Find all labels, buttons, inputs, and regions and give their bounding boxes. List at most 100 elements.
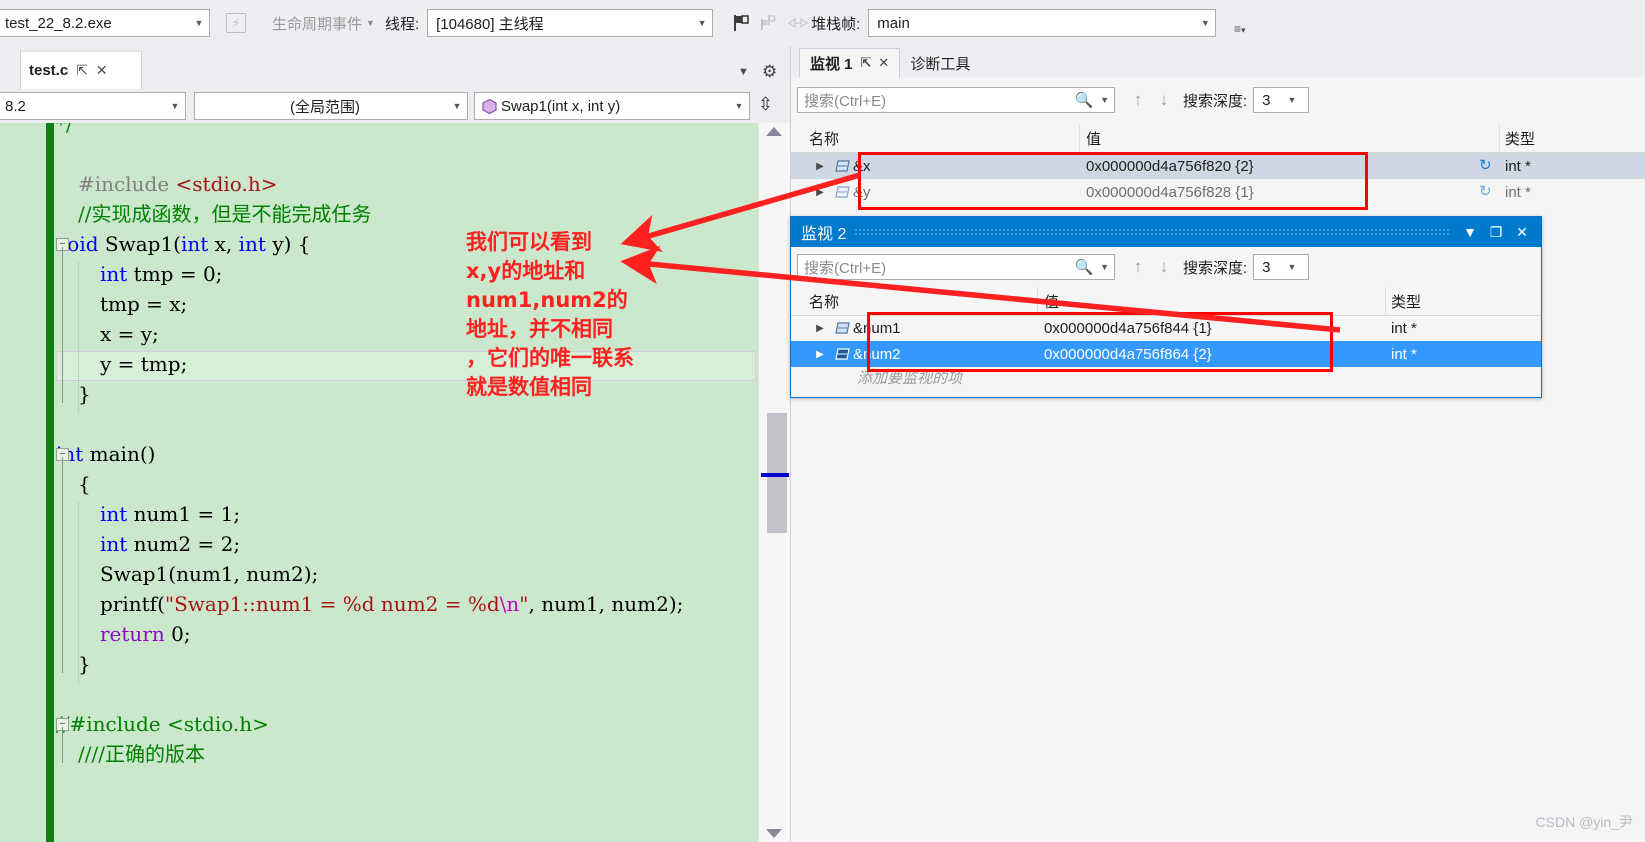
link-toggle-icon[interactable] — [786, 12, 810, 38]
code-line[interactable]: } — [78, 379, 91, 409]
code-line[interactable]: int num1 = 1; — [100, 499, 240, 529]
scope-line — [62, 247, 63, 403]
code-line[interactable]: y = tmp; — [100, 349, 187, 379]
code-line[interactable]: } — [78, 649, 91, 679]
watch2-depth-selector[interactable]: 3 ▼ — [1253, 254, 1310, 280]
split-editor-icon[interactable]: ⇳ — [758, 94, 773, 115]
code-line[interactable]: void Swap1(int x, int y) { — [56, 229, 311, 259]
refresh-icon[interactable]: ↻ — [1479, 182, 1492, 200]
chevron-down-icon[interactable]: ▼ — [1457, 224, 1483, 240]
toolbar-options-icon[interactable]: ≡▾ — [1234, 22, 1246, 36]
watch2-titlebar[interactable]: 监视 2 ▼ ❐ ✕ — [791, 217, 1541, 247]
lifecycle-events-chevron-down-icon[interactable]: ▼ — [362, 18, 379, 28]
code-line[interactable]: int num2 = 2; — [100, 529, 240, 559]
flag-icon[interactable] — [730, 12, 752, 38]
code-token: return — [100, 622, 172, 646]
magnifier-icon[interactable]: 🔍 — [1073, 258, 1095, 276]
tab-overflow-chevron-down-icon[interactable]: ▼ — [738, 66, 749, 78]
watch1-column-value[interactable]: 值 — [1086, 128, 1101, 149]
arrow-up-icon[interactable]: ↑ — [1125, 90, 1151, 110]
expand-triangle-icon[interactable]: ▶ — [809, 187, 831, 198]
watch2-column-name[interactable]: 名称 — [809, 291, 839, 312]
annotation-line: x,y的地址和 — [466, 259, 586, 283]
code-line[interactable]: printf("Swap1::num1 = %d num2 = %d\n", n… — [100, 589, 683, 619]
tab-watch1[interactable]: 监视 1 ⇱ ✕ — [799, 48, 901, 78]
watch2-column-type[interactable]: 类型 — [1391, 291, 1421, 312]
glyph-margin[interactable] — [0, 123, 46, 842]
chevron-down-icon: ▼ — [734, 101, 744, 111]
flags-multiple-icon[interactable] — [758, 12, 780, 38]
code-line[interactable]: ////正确的版本 — [78, 739, 205, 769]
annotation-line: num1,num2的 — [466, 288, 628, 312]
watch1-depth-selector[interactable]: 3 ▼ — [1253, 87, 1310, 113]
code-line[interactable]: */ — [56, 123, 73, 139]
arrow-up-icon[interactable]: ↑ — [1125, 257, 1151, 277]
process-selector[interactable]: test_22_8.2.exe ▼ — [0, 9, 210, 37]
watch1-grid-header: 名称 值 类型 — [791, 124, 1645, 153]
member-selector[interactable]: Swap1(int x, int y) ▼ — [474, 92, 750, 120]
watch2-search-input[interactable]: 搜索(Ctrl+E) 🔍 ▼ — [797, 254, 1115, 280]
code-token: x = y; — [100, 322, 159, 346]
arrow-down-icon[interactable]: ↓ — [1151, 257, 1177, 277]
expand-triangle-icon[interactable]: ▶ — [809, 161, 831, 172]
code-token: } — [78, 382, 91, 406]
chevron-down-icon: ▼ — [1287, 262, 1297, 272]
expand-triangle-icon[interactable]: ▶ — [809, 323, 831, 334]
close-icon[interactable]: ✕ — [96, 62, 108, 79]
chevron-down-icon[interactable]: ▼ — [1095, 262, 1114, 272]
thread-label: 线程: — [384, 15, 420, 33]
gear-icon[interactable]: ⚙ — [762, 62, 777, 82]
editor-navigation-bar: 8.2 ▼ (全局范围) ▼ Swap1(int x, int y) ▼ ⇳ — [0, 89, 790, 123]
code-token: , num1, num2); — [528, 592, 684, 616]
expand-triangle-icon[interactable]: ▶ — [809, 349, 831, 360]
maximize-icon[interactable]: ❐ — [1483, 224, 1509, 241]
lifecycle-events-icon: ⚡ — [226, 13, 246, 33]
magnifier-icon[interactable]: 🔍 — [1073, 91, 1095, 109]
stackframe-label: 堆栈帧: — [811, 15, 861, 33]
tab-diagnostic-tools-label: 诊断工具 — [910, 55, 971, 73]
code-token: int — [238, 232, 273, 256]
code-line[interactable]: Swap1(num1, num2); — [100, 559, 318, 589]
member-selector-value: Swap1(int x, int y) — [501, 97, 621, 115]
code-line[interactable]: return 0; — [100, 619, 191, 649]
code-line[interactable]: int main() — [56, 439, 155, 469]
thread-selector[interactable]: [104680] 主线程 ▼ — [427, 9, 714, 37]
refresh-icon[interactable]: ↻ — [1479, 156, 1492, 174]
watch2-row-type: int * — [1391, 345, 1417, 363]
scroll-down-arrow-icon[interactable] — [766, 829, 782, 838]
code-token: <stdio.h> — [175, 172, 278, 196]
code-line[interactable]: //#include <stdio.h> — [56, 709, 269, 739]
watch1-depth-value: 3 — [1262, 91, 1271, 109]
code-token: num1 = 1; — [133, 502, 241, 526]
project-selector[interactable]: 8.2 ▼ — [0, 92, 186, 120]
watch1-column-name[interactable]: 名称 — [809, 128, 839, 149]
titlebar-grip — [854, 228, 1449, 236]
code-line[interactable]: tmp = x; — [100, 289, 187, 319]
stackframe-selector[interactable]: main ▼ — [868, 9, 1217, 37]
pin-icon[interactable]: ⇱ — [861, 55, 872, 71]
watch1-column-type[interactable]: 类型 — [1505, 128, 1535, 149]
tab-test-c[interactable]: test.c ⇱ ✕ — [20, 50, 142, 89]
code-line[interactable]: //实现成函数，但是不能完成任务 — [78, 199, 371, 229]
change-tracking-bar — [46, 123, 54, 842]
code-line[interactable]: x = y; — [100, 319, 159, 349]
chevron-down-icon[interactable]: ▼ — [1095, 95, 1114, 105]
watch1-search-input[interactable]: 搜索(Ctrl+E) 🔍 ▼ — [797, 87, 1115, 113]
scope-selector[interactable]: (全局范围) ▼ — [194, 92, 468, 120]
tab-diagnostic-tools[interactable]: 诊断工具 — [900, 48, 981, 78]
close-icon[interactable]: ✕ — [878, 55, 889, 71]
watch2-column-value[interactable]: 值 — [1044, 291, 1059, 312]
code-line[interactable]: { — [78, 469, 91, 499]
code-line[interactable]: int tmp = 0; — [100, 259, 222, 289]
chevron-down-icon: ▼ — [194, 18, 204, 28]
scope-line — [62, 457, 63, 673]
close-icon[interactable]: ✕ — [1509, 224, 1535, 241]
scroll-up-arrow-icon[interactable] — [766, 127, 782, 136]
pin-icon[interactable]: ⇱ — [76, 62, 88, 79]
code-token: 0; — [171, 622, 191, 646]
code-line[interactable]: #include <stdio.h> — [78, 169, 277, 199]
lifecycle-events-label[interactable]: 生命周期事件 — [272, 13, 362, 34]
watch1-row-type: int * — [1505, 183, 1531, 201]
code-token: printf( — [100, 592, 165, 616]
arrow-down-icon[interactable]: ↓ — [1151, 90, 1177, 110]
